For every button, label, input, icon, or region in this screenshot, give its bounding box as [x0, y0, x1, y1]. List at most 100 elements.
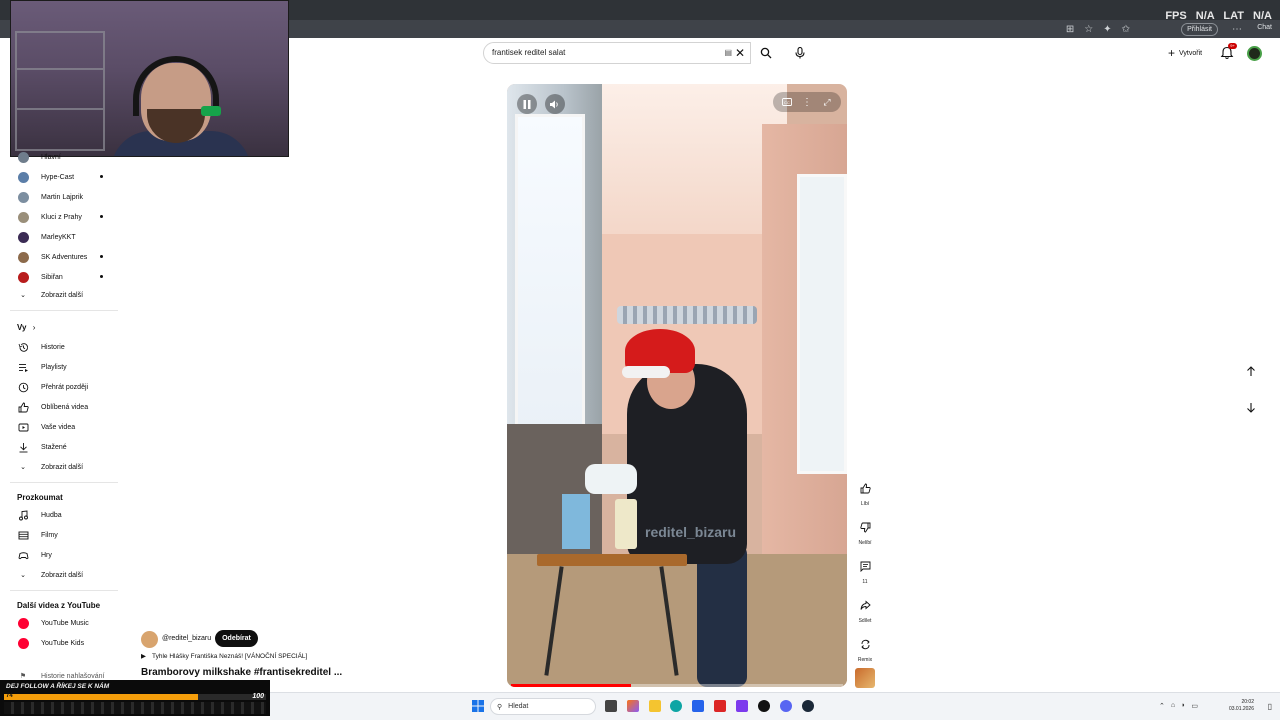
- sidebar-item-label: Hudba: [41, 511, 62, 519]
- remix-icon[interactable]: [854, 633, 876, 655]
- shorts-video-player[interactable]: reditel_bizaru CC ⋮ ⤢: [507, 84, 847, 687]
- sidebar-subscription-item[interactable]: Hype-Cast: [17, 170, 74, 184]
- fullscreen-icon[interactable]: ⤢: [819, 94, 835, 110]
- video-scene-garland: [617, 306, 757, 324]
- voice-search-button[interactable]: [789, 42, 811, 64]
- sidebar-subscription-item[interactable]: Sibiřan: [17, 270, 63, 284]
- thumbs-down-icon[interactable]: [854, 516, 876, 538]
- playlist-link[interactable]: ▶ Tyhle Hlášky Františka Neznáš! [VÁNOČN…: [141, 652, 307, 661]
- comments-action[interactable]: 11: [852, 555, 878, 585]
- clear-search-icon[interactable]: ✕: [735, 46, 745, 60]
- windows-start-icon[interactable]: [472, 700, 484, 712]
- sidebar-section-you[interactable]: Vy ›: [17, 323, 35, 332]
- create-button[interactable]: + Vytvořit: [1162, 44, 1208, 62]
- keyboard-icon[interactable]: ▤: [724, 48, 732, 57]
- volume-icon[interactable]: ◗: [1181, 702, 1185, 710]
- browser-signin-button[interactable]: Přihlásit: [1181, 23, 1218, 36]
- sidebar-item-label: Historie nahlašování: [41, 672, 105, 680]
- sidebar-subscription-item[interactable]: SK Adventures: [17, 250, 87, 264]
- task-view-icon[interactable]: [605, 700, 617, 712]
- sidebar-explore-show-more[interactable]: ⌄ Zobrazit další: [17, 568, 83, 582]
- sidebar-you-item[interactable]: Historie: [17, 340, 65, 354]
- subscribe-button[interactable]: Odebírat: [215, 630, 258, 647]
- previous-short-button[interactable]: [1240, 360, 1262, 382]
- sidebar-subscription-item[interactable]: Martin Lajprik: [17, 190, 83, 204]
- dislike-action[interactable]: Nelíbí: [852, 516, 878, 546]
- file-explorer-icon[interactable]: [649, 700, 661, 712]
- channel-avatar[interactable]: [141, 631, 158, 648]
- account-avatar[interactable]: [1247, 46, 1262, 61]
- taskbar-search[interactable]: ⚲ Hledat: [490, 698, 596, 715]
- youtube-app-icon: [17, 617, 29, 629]
- media-app-icon[interactable]: [714, 700, 726, 712]
- sidebar-you-item[interactable]: Vaše videa: [17, 420, 75, 434]
- favorites-icon[interactable]: ✩: [1122, 24, 1130, 35]
- sidebar-youtube-app-item[interactable]: YouTube Music: [17, 616, 89, 630]
- obs-icon[interactable]: [758, 700, 770, 712]
- sidebar-explore-item[interactable]: Hry: [17, 548, 52, 562]
- battery-icon[interactable]: ▭: [1191, 702, 1198, 710]
- sidebar-you-show-more[interactable]: ⌄ Zobrazit další: [17, 460, 83, 474]
- more-menu-icon[interactable]: ⋯: [1232, 24, 1242, 35]
- discord-icon[interactable]: [780, 700, 792, 712]
- share-action[interactable]: Sdílet: [852, 594, 878, 624]
- sidebar-you-item[interactable]: Playlisty: [17, 360, 67, 374]
- clock-date: 03.01.2026: [1228, 706, 1254, 712]
- sidebar-explore-item[interactable]: Hudba: [17, 508, 62, 522]
- taskbar-search-placeholder: Hledat: [508, 703, 529, 710]
- edge-browser-icon[interactable]: [670, 700, 682, 712]
- store-icon[interactable]: [692, 700, 704, 712]
- sidebar-explore-item[interactable]: Filmy: [17, 528, 58, 542]
- notification-center-icon[interactable]: ▯: [1268, 702, 1272, 711]
- plus-icon: +: [1168, 46, 1176, 60]
- sidebar-item-label: Zobrazit další: [41, 291, 84, 299]
- playlists-icon: [17, 361, 29, 373]
- remix-action[interactable]: Remix: [852, 633, 878, 663]
- channel-handle[interactable]: @reditel_bizaru: [162, 635, 211, 642]
- comment-icon[interactable]: [854, 555, 876, 577]
- clock[interactable]: 20:02 03.01.2026: [1229, 699, 1254, 713]
- search-button[interactable]: [753, 42, 779, 64]
- video-title[interactable]: Bramborovy milkshake #frantisekreditel .…: [141, 667, 342, 678]
- liked-icon: [17, 401, 29, 413]
- webcam-green-light: [201, 106, 221, 116]
- windows-taskbar: ⚲ Hledat ⌃ ⌂ ◗ ▭ 20:02 03.01.2026 ▯: [270, 692, 1280, 720]
- video-progress-bar[interactable]: [511, 684, 843, 687]
- sidebar-you-item[interactable]: Přehrát později: [17, 380, 88, 394]
- copilot-icon[interactable]: [627, 700, 639, 712]
- new-content-dot: [100, 215, 103, 218]
- pause-button[interactable]: [517, 94, 537, 114]
- chevron-up-icon[interactable]: ⌃: [1159, 702, 1165, 710]
- audio-source-thumbnail[interactable]: [855, 668, 875, 688]
- extension-puzzle-icon[interactable]: ✦: [1103, 24, 1111, 35]
- network-icon[interactable]: ⌂: [1171, 702, 1175, 710]
- channel-avatar: [17, 251, 29, 263]
- arrow-up-icon: [1247, 365, 1255, 376]
- more-options-icon[interactable]: ⋮: [799, 94, 815, 110]
- copilot-chat-button[interactable]: Chat: [1257, 24, 1272, 31]
- sidebar-item-partial[interactable]: Hlavní: [17, 150, 61, 164]
- video-scene-right-window: [797, 174, 847, 474]
- search-icon: [760, 47, 772, 59]
- sidebar-youtube-app-item[interactable]: YouTube Kids: [17, 636, 84, 650]
- share-icon[interactable]: [854, 594, 876, 616]
- sidebar-subs-show-more[interactable]: ⌄ Zobrazit další: [17, 288, 83, 302]
- screen: FPS N/A LAT N/A ⊞ ☆ ✦ ✩ Přihlásit ⋯ Chat…: [0, 0, 1280, 720]
- bookmark-star-icon[interactable]: ☆: [1084, 24, 1093, 35]
- captions-button[interactable]: CC: [779, 94, 795, 110]
- lat-value: N/A: [1253, 10, 1272, 22]
- twitch-icon[interactable]: [736, 700, 748, 712]
- sidebar-item-label: YouTube Kids: [41, 639, 85, 647]
- search-input[interactable]: frantisek reditel salat ▤ ✕: [483, 42, 751, 64]
- sidebar-subscription-item[interactable]: MarleyKKT: [17, 230, 76, 244]
- like-action[interactable]: Líbí: [852, 477, 878, 507]
- search-icon: ⚲: [497, 703, 503, 711]
- thumbs-up-icon[interactable]: [854, 477, 876, 499]
- extensions-icon[interactable]: ⊞: [1066, 24, 1074, 35]
- sidebar-you-item[interactable]: Stažené: [17, 440, 67, 454]
- next-short-button[interactable]: [1240, 396, 1262, 418]
- sidebar-you-item[interactable]: Oblíbená videa: [17, 400, 88, 414]
- volume-button[interactable]: [545, 94, 565, 114]
- sidebar-subscription-item[interactable]: Kluci z Prahy: [17, 210, 82, 224]
- steam-icon[interactable]: [802, 700, 814, 712]
